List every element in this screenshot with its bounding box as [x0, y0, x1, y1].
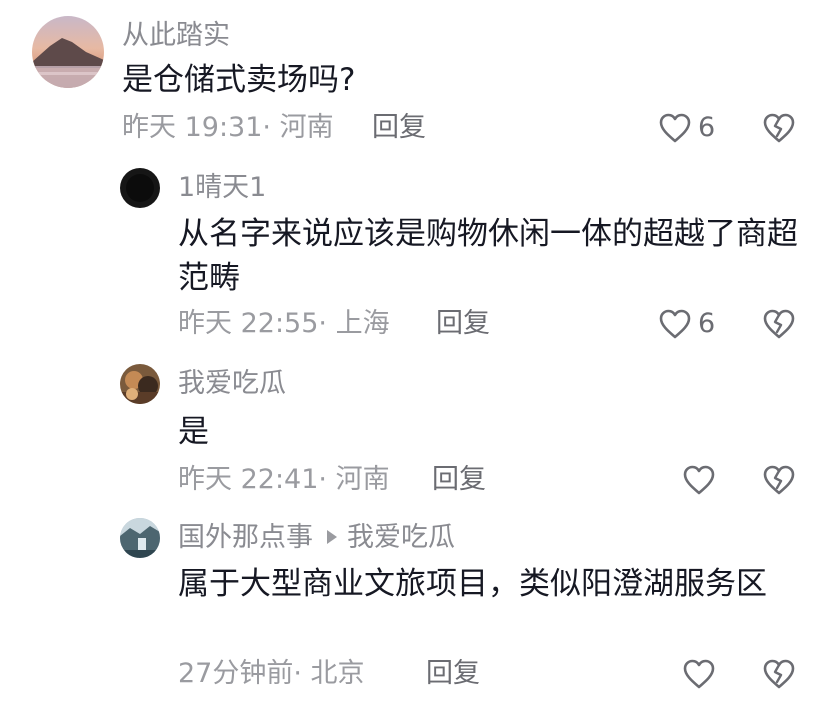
heart-outline-icon [659, 309, 691, 339]
username-line: 国外那点事 我爱吃瓜 [178, 522, 455, 554]
comment-text: 属于大型商业文旅项目，类似阳澄湖服务区 [178, 566, 767, 602]
reply-to-username[interactable]: 我爱吃瓜 [347, 522, 455, 553]
username[interactable]: 从此踏实 [122, 20, 230, 52]
comment-location: · 上海 [318, 308, 390, 339]
heart-outline-icon [659, 113, 691, 143]
broken-heart-icon [763, 465, 795, 495]
reply-button[interactable]: 回复 [372, 112, 426, 144]
reply-button[interactable]: 回复 [426, 658, 480, 690]
comment-time: 昨天 22:55 [178, 308, 319, 339]
comment-time: 27分钟前 [178, 658, 294, 689]
dislike-button[interactable] [762, 308, 796, 344]
username[interactable]: 我爱吃瓜 [178, 368, 286, 400]
comment-text: 从名字来说应该是购物休闲一体的超越了商超范畴 [178, 216, 798, 296]
username[interactable]: 国外那点事 [178, 522, 313, 553]
like-button[interactable] [682, 658, 716, 690]
comment-location: · 河南 [262, 112, 334, 143]
comment-meta: 昨天 22:41· 河南 [178, 464, 390, 496]
comment-text: 是 [178, 414, 209, 450]
comment-time: 昨天 19:31 [122, 112, 263, 143]
comment-meta: 昨天 22:55· 上海 [178, 308, 390, 340]
heart-outline-icon [683, 659, 715, 689]
comment-location: · 河南 [318, 464, 390, 495]
username[interactable]: 1晴天1 [178, 172, 266, 204]
avatar[interactable] [120, 518, 160, 558]
comment-text: 是仓储式卖场吗? [122, 62, 356, 98]
comment-meta: 昨天 19:31· 河南 [122, 112, 334, 144]
like-button[interactable]: 6 [658, 112, 715, 144]
dislike-button[interactable] [762, 112, 796, 148]
comment-location: · 北京 [293, 658, 365, 689]
comment-time: 昨天 22:41 [178, 464, 319, 495]
like-count: 6 [698, 112, 716, 143]
comment-meta: 27分钟前· 北京 [178, 658, 365, 690]
avatar[interactable] [120, 364, 160, 404]
broken-heart-icon [763, 113, 795, 143]
avatar[interactable] [32, 16, 104, 88]
reply-arrow-icon [327, 529, 337, 544]
broken-heart-icon [763, 309, 795, 339]
broken-heart-icon [763, 659, 795, 689]
heart-outline-icon [683, 465, 715, 495]
like-button[interactable]: 6 [658, 308, 715, 340]
reply-button[interactable]: 回复 [432, 464, 486, 496]
like-button[interactable] [682, 464, 716, 496]
like-count: 6 [698, 308, 716, 339]
reply-button[interactable]: 回复 [436, 308, 490, 340]
dislike-button[interactable] [762, 658, 796, 694]
dislike-button[interactable] [762, 464, 796, 500]
avatar[interactable] [120, 168, 160, 208]
